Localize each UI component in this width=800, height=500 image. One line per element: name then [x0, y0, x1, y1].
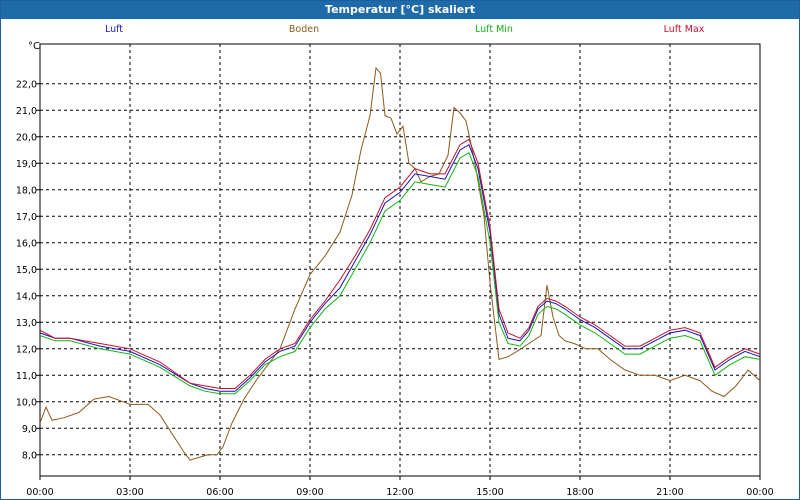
- y-axis-unit-label: °C: [28, 41, 40, 52]
- legend-label-luft-max: Luft Max: [664, 24, 705, 35]
- y-tick-label: 22,0: [16, 79, 37, 90]
- y-tick-label: 13,0: [16, 318, 37, 329]
- x-tick-time-label: 09:00: [296, 487, 323, 498]
- x-tick-time-label: 00:00: [26, 487, 53, 498]
- y-tick-label: 17,0: [16, 212, 37, 223]
- temperature-chart: 8,0 9,0 10,0 11,0 12,0 13,0 14,0 15,0 16,0 17,0 18…: [16, 24, 774, 498]
- legend-label-luft: Luft: [105, 24, 123, 35]
- y-tick-label: 8,0: [22, 450, 37, 461]
- y-tick-label: 9,0: [22, 424, 37, 435]
- x-tick-time-label: 15:00: [476, 487, 503, 498]
- y-tick-label: 12,0: [16, 344, 37, 355]
- y-tick-label: 14,0: [16, 291, 37, 302]
- legend: Luft Boden Luft Min Luft Max: [105, 24, 705, 35]
- x-tick-time-label: 03:00: [116, 487, 143, 498]
- y-tick-label: 11,0: [16, 371, 37, 382]
- chart-window: Temperatur [°C] skaliert 8,0 9,0 10,0 11,0 1…: [0, 0, 800, 500]
- x-tick-time-label: 06:00: [206, 487, 233, 498]
- x-tick-time-label: 12:00: [386, 487, 413, 498]
- y-tick-label: 15,0: [16, 265, 37, 276]
- y-axis-ticks: 8,0 9,0 10,0 11,0 12,0 13,0 14,0 15,0 16,0 17,0 18…: [16, 79, 40, 461]
- y-tick-label: 18,0: [16, 185, 37, 196]
- x-tick-time-label: 18:00: [566, 487, 593, 498]
- x-tick-time-label: 21:00: [656, 487, 683, 498]
- y-tick-label: 10,0: [16, 397, 37, 408]
- y-tick-label: 21,0: [16, 106, 37, 117]
- y-tick-label: 16,0: [16, 238, 37, 249]
- legend-label-luft-min: Luft Min: [475, 24, 513, 35]
- window-title: Temperatur [°C] skaliert: [1, 1, 799, 19]
- legend-label-boden: Boden: [289, 24, 319, 35]
- y-tick-label: 19,0: [16, 159, 37, 170]
- y-tick-label: 20,0: [16, 132, 37, 143]
- x-axis-ticks: 00:0001.05.2303:0001.05.2306:0001.05.230…: [26, 476, 774, 498]
- x-tick-time-label: 00:00: [746, 487, 773, 498]
